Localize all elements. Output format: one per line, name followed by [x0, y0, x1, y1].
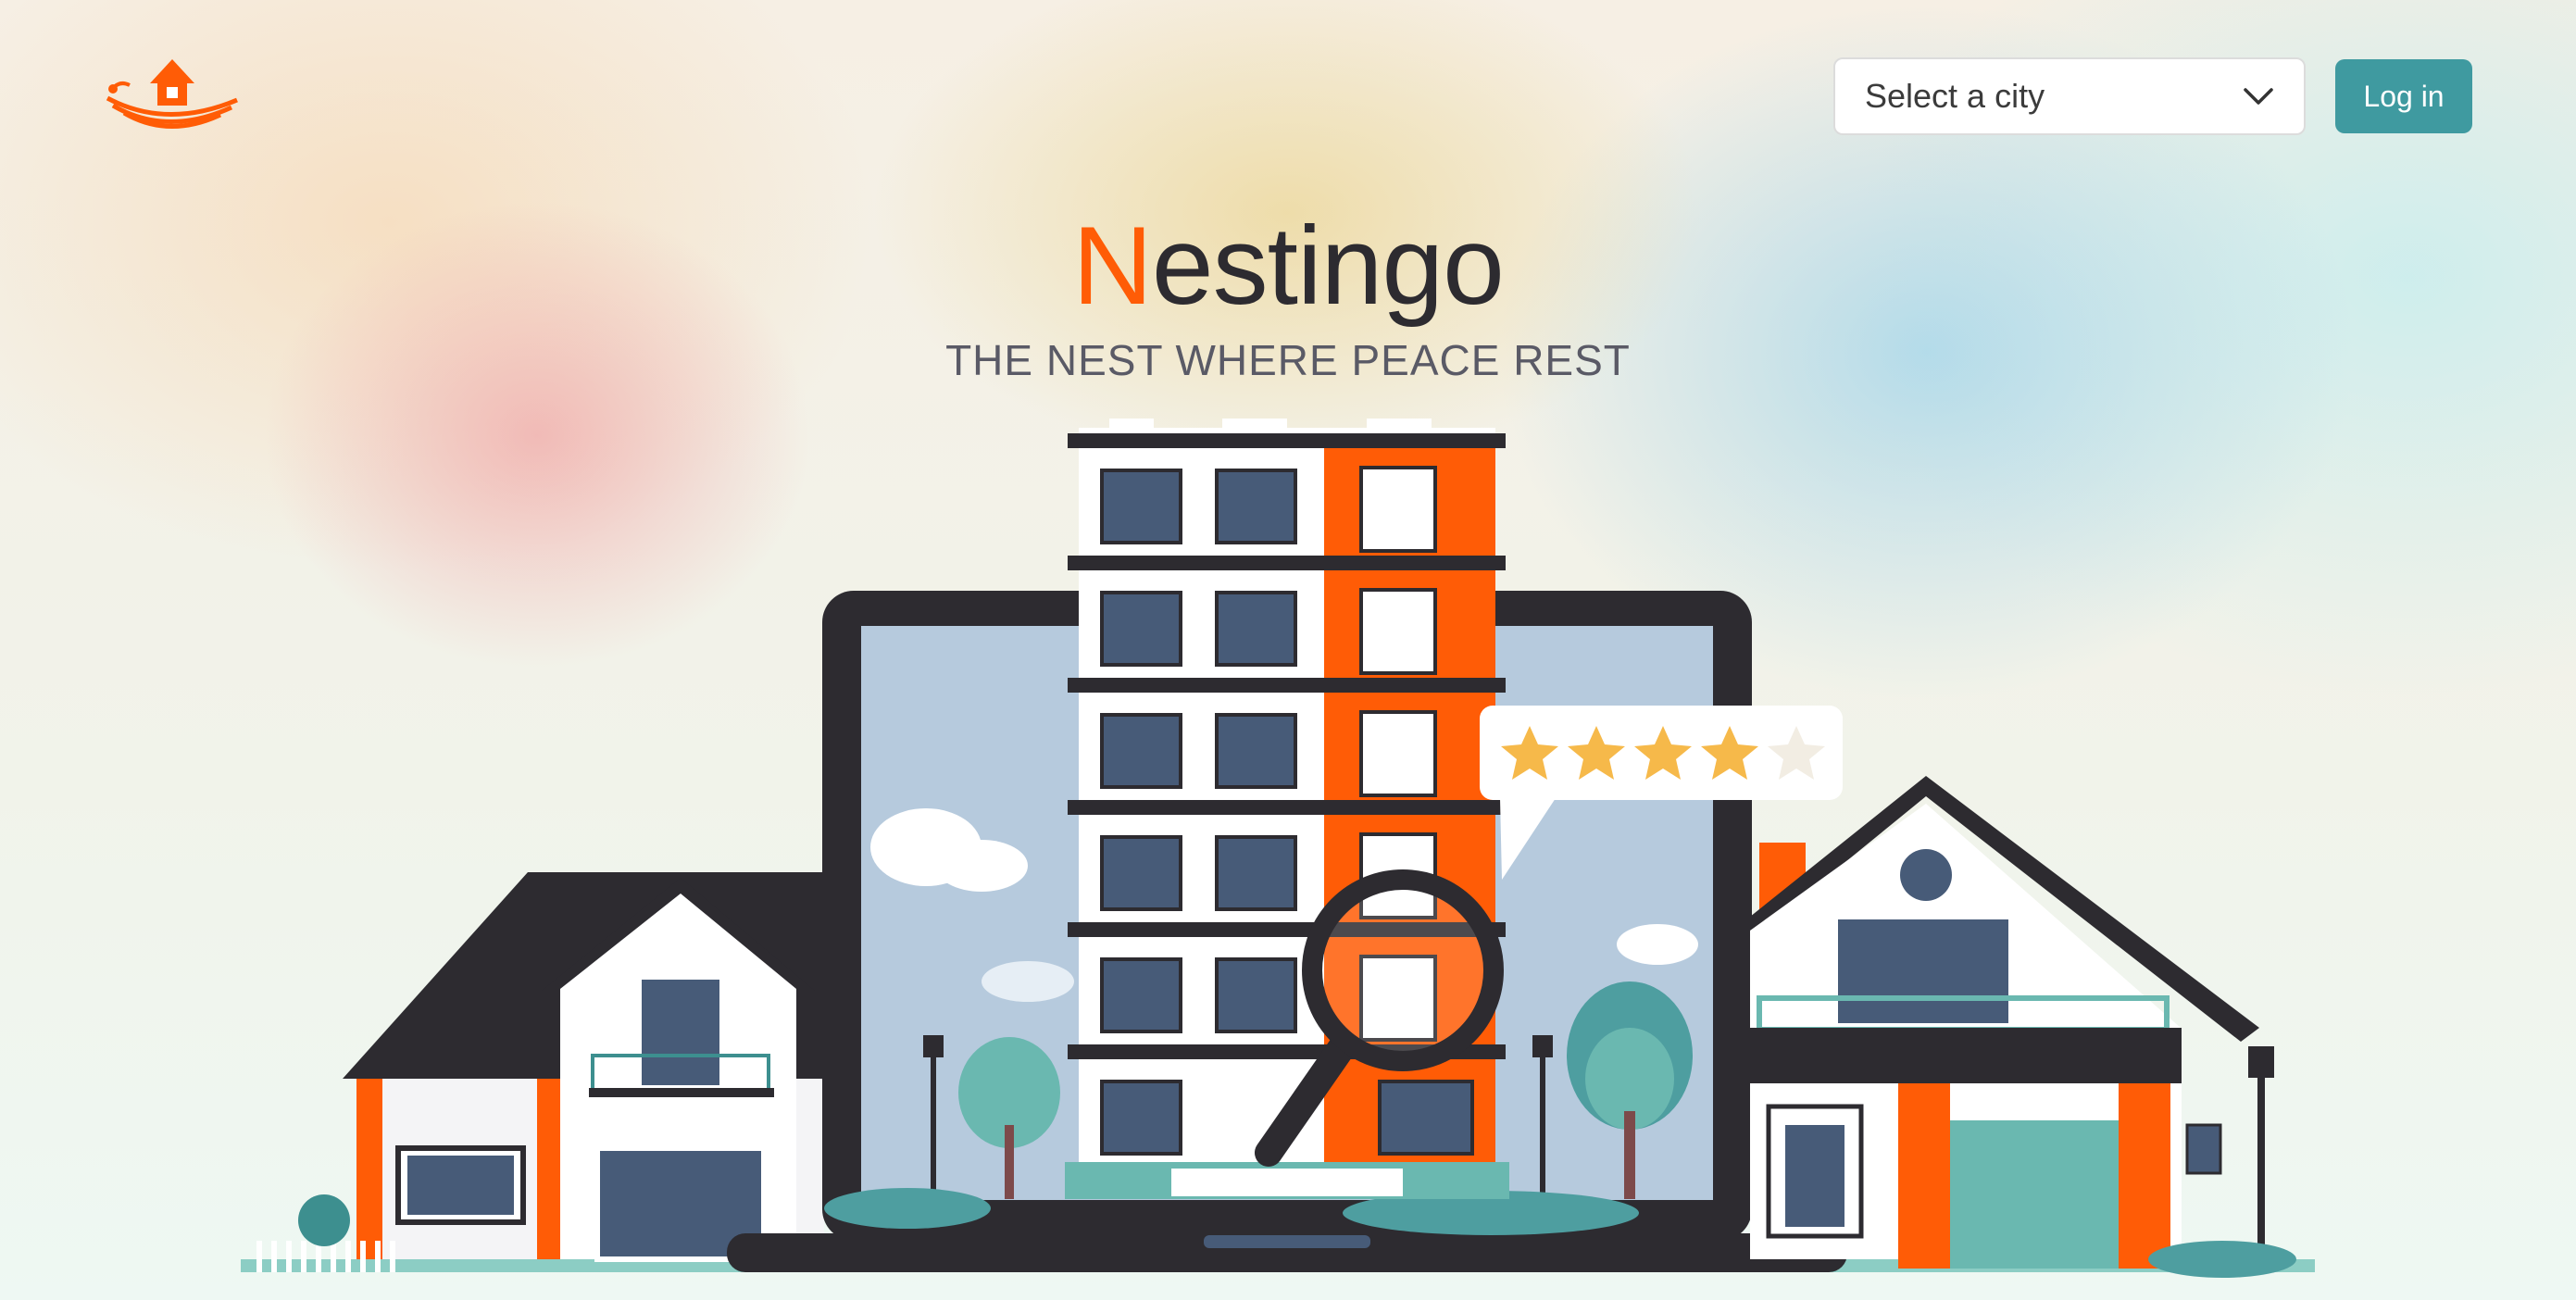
- right-house-illustration: [1750, 776, 2296, 1278]
- hero-illustration: [241, 419, 2315, 1278]
- apartment-building-illustration: [1065, 419, 1509, 1199]
- left-house-illustration: [256, 872, 824, 1272]
